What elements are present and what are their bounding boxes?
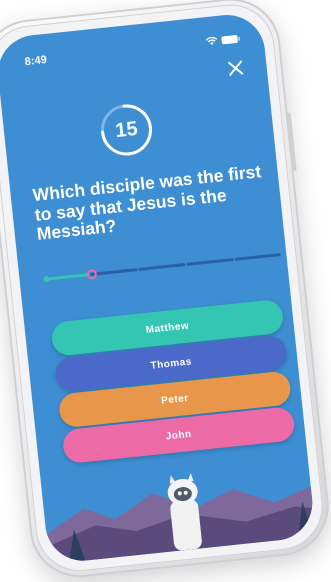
countdown-timer: 15 xyxy=(94,97,160,163)
phone-mockup: 8:49 15 Which disciple was the first to … xyxy=(0,0,331,582)
side-button xyxy=(286,112,297,171)
progress-segment xyxy=(234,253,281,261)
progress-start-dot xyxy=(43,276,50,283)
question-text: Which disciple was the first to say that… xyxy=(31,161,263,245)
phone-shell: 8:49 15 Which disciple was the first to … xyxy=(0,0,331,582)
timer-value: 15 xyxy=(114,117,139,142)
progress-segment xyxy=(43,273,90,281)
progress-segment xyxy=(138,263,186,271)
status-icons xyxy=(205,34,238,46)
answer-label: Thomas xyxy=(150,355,193,372)
progress-segment xyxy=(90,268,138,276)
phone-bezel: 8:49 15 Which disciple was the first to … xyxy=(0,0,327,576)
app-screen: 8:49 15 Which disciple was the first to … xyxy=(0,11,317,565)
battery-icon xyxy=(221,34,238,45)
status-time: 8:49 xyxy=(24,53,48,69)
answer-label: John xyxy=(165,428,193,442)
answer-label: Peter xyxy=(160,392,190,407)
close-button[interactable] xyxy=(226,59,246,79)
answer-label: Matthew xyxy=(145,320,190,336)
progress-segment xyxy=(186,258,234,266)
close-icon xyxy=(228,60,244,76)
question-progress xyxy=(43,253,281,283)
answer-list: Matthew Thomas Peter John xyxy=(50,298,296,466)
wifi-icon xyxy=(205,36,218,46)
